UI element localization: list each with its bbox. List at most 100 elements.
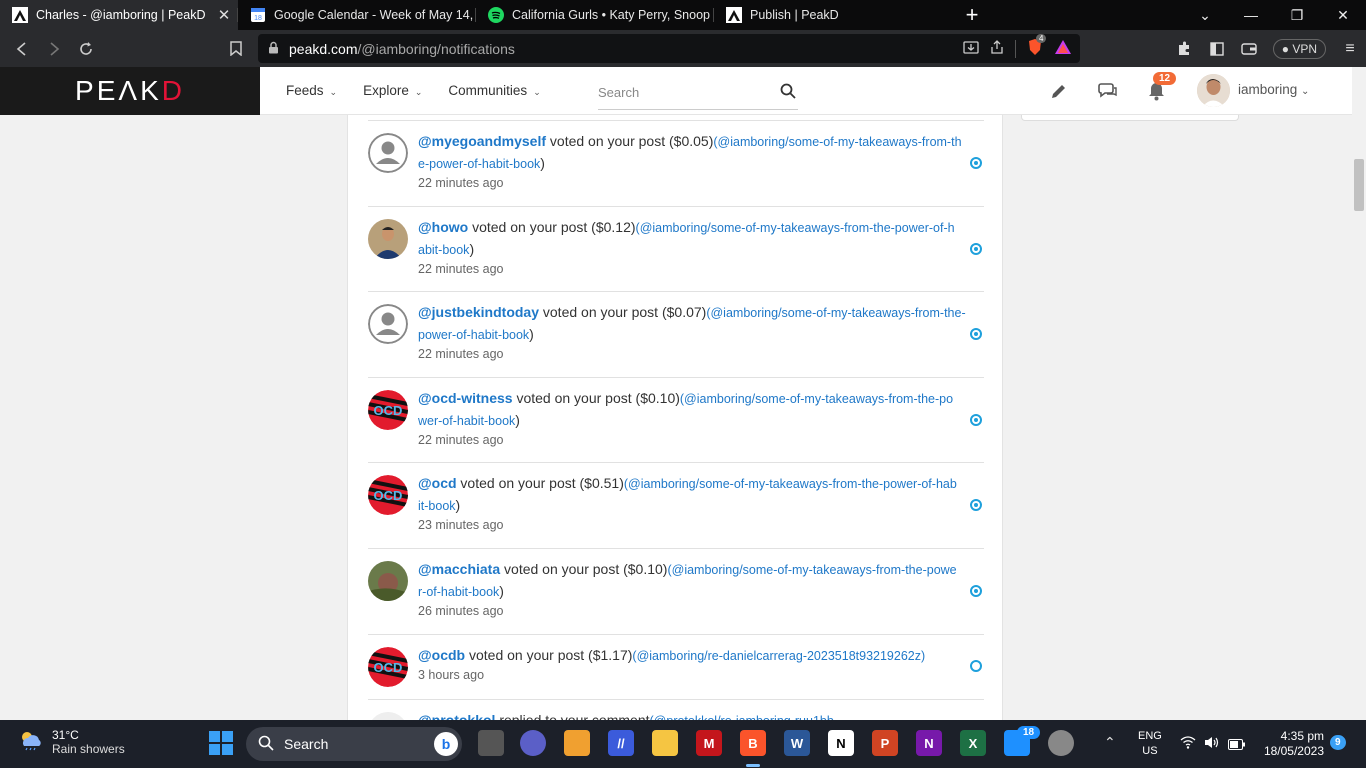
extensions-icon[interactable] (1169, 34, 1201, 64)
menu-communities[interactable]: Communities ⌄ (448, 83, 540, 98)
pencil-icon[interactable] (1050, 82, 1068, 105)
notification-post-link-cont[interactable]: power-of-habit-book (418, 328, 529, 342)
peakd-logo[interactable]: PEΛK D (0, 67, 260, 115)
bell-icon[interactable] (1148, 82, 1165, 106)
vpn-button[interactable]: ● VPN (1272, 38, 1326, 59)
forward-icon[interactable] (38, 34, 70, 64)
tray-overflow-icon[interactable]: ⌃ (1104, 734, 1116, 751)
user-avatar[interactable] (1197, 74, 1230, 107)
notification-user-link[interactable]: @justbekindtoday (418, 304, 539, 320)
notification-post-link[interactable]: (@iamboring/some-of-my-takeaways-from-th… (680, 392, 953, 406)
site-search-input[interactable]: Search (598, 78, 798, 110)
file-explorer-icon[interactable] (652, 730, 678, 756)
scrollbar-thumb[interactable] (1354, 159, 1364, 211)
windows-start-icon[interactable] (208, 730, 234, 756)
read-status-icon[interactable] (970, 660, 982, 672)
weather-widget[interactable]: 31°C Rain showers (18, 728, 125, 756)
new-tab-icon[interactable]: + (952, 0, 992, 30)
app-icon[interactable]: // (608, 730, 634, 756)
brave-rewards-icon[interactable] (1054, 39, 1072, 58)
share-icon[interactable] (989, 39, 1005, 58)
notification-post-link[interactable]: (@iamboring/re-danielcarrerag-2023518t93… (632, 649, 925, 663)
notification-post-link-cont[interactable]: r-of-habit-book (418, 585, 499, 599)
notification-post-link[interactable]: (@iamboring/some-of-my-takeaways-from-th… (624, 477, 957, 491)
volume-icon[interactable] (1204, 736, 1220, 754)
battery-icon[interactable] (1228, 737, 1245, 755)
notification-item[interactable]: OCD @ocd-witness voted on your post ($0.1… (368, 378, 984, 463)
minimize-icon[interactable]: — (1228, 0, 1274, 30)
bookmark-icon[interactable] (220, 34, 252, 64)
read-status-icon[interactable] (970, 157, 982, 169)
notification-post-link-cont[interactable]: it-book (418, 499, 456, 513)
notification-post-link[interactable]: (@iamboring/some-of-my-takeaways-from-th (713, 135, 961, 149)
notification-item[interactable]: OCD @ocdb voted on your post ($1.17)(@iam… (368, 635, 984, 700)
notification-avatar[interactable]: OCD (368, 647, 408, 687)
notification-avatar[interactable]: OCD (368, 475, 408, 515)
meet-icon[interactable] (520, 730, 546, 756)
notification-user-link[interactable]: @ocdb (418, 647, 465, 663)
close-tab-icon[interactable]: ✕ (210, 6, 238, 24)
brave-browser-icon[interactable]: B (740, 730, 766, 756)
notification-item[interactable]: @macchiata voted on your post ($0.10)(@i… (368, 549, 984, 635)
notification-user-link[interactable]: @ocd (418, 475, 457, 491)
store-icon[interactable] (564, 730, 590, 756)
notification-post-link-cont[interactable]: wer-of-habit-book (418, 414, 515, 428)
close-window-icon[interactable]: ✕ (1320, 0, 1366, 30)
tab-peakd-publish[interactable]: Publish | PeakD (714, 0, 952, 30)
tab-search-chevron-icon[interactable]: ⌄ (1182, 0, 1228, 30)
onenote-icon[interactable]: N (916, 730, 942, 756)
restore-icon[interactable]: ❐ (1274, 0, 1320, 30)
tab-spotify[interactable]: California Gurls • Katy Perry, Snoop Dog… (476, 0, 714, 30)
notification-item[interactable]: @justbekindtoday voted on your post ($0.… (368, 292, 984, 378)
system-clock[interactable]: 4:35 pm 18/05/2023 (1258, 729, 1324, 759)
notification-user-link[interactable]: @protokkol (418, 712, 495, 720)
bing-icon[interactable]: b (434, 732, 458, 756)
username-menu[interactable]: iamboring ⌄ (1238, 82, 1309, 97)
settings-gear-icon[interactable] (1048, 730, 1074, 756)
notification-avatar[interactable] (368, 304, 408, 344)
search-icon[interactable] (780, 83, 798, 101)
powerpoint-icon[interactable]: P (872, 730, 898, 756)
notification-post-link[interactable]: (@iamboring/some-of-my-takeaways-from-th… (667, 563, 956, 577)
notification-avatar[interactable] (368, 561, 408, 601)
notification-post-link[interactable]: (@iamboring/some-of-my-takeaways-from-th… (636, 221, 955, 235)
back-icon[interactable] (6, 34, 38, 64)
install-app-icon[interactable] (963, 39, 979, 58)
notification-item[interactable]: @howo voted on your post ($0.12)(@iambor… (368, 207, 984, 292)
menu-explore[interactable]: Explore ⌄ (363, 83, 422, 98)
notification-post-link[interactable]: (@iamboring/some-of-my-takeaways-from-th… (706, 306, 965, 320)
notification-user-link[interactable]: @macchiata (418, 561, 500, 577)
sidebar-icon[interactable] (1201, 34, 1233, 64)
notification-item[interactable]: OCD @ocd voted on your post ($0.51)(@iamb… (368, 463, 984, 549)
address-bar[interactable]: peakd.com/@iamboring/notifications 4 (258, 34, 1080, 63)
mcafee-icon[interactable]: M (696, 730, 722, 756)
notification-post-link-cont[interactable]: e-power-of-habit-book (418, 157, 540, 171)
language-indicator[interactable]: ENG US (1138, 729, 1162, 759)
word-icon[interactable]: W (784, 730, 810, 756)
tab-peakd-profile[interactable]: Charles - @iamboring | PeakD ✕ (0, 0, 238, 30)
menu-icon[interactable]: ≡ (1334, 34, 1366, 64)
read-status-icon[interactable] (970, 414, 982, 426)
read-status-icon[interactable] (970, 243, 982, 255)
read-status-icon[interactable] (970, 585, 982, 597)
notion-icon[interactable]: N (828, 730, 854, 756)
notification-user-link[interactable]: @myegoandmyself (418, 133, 546, 149)
task-view-icon[interactable] (478, 730, 504, 756)
notification-item[interactable]: @myegoandmyself voted on your post ($0.0… (368, 121, 984, 207)
notification-avatar[interactable] (368, 219, 408, 259)
wallet-icon[interactable] (1233, 34, 1265, 64)
notification-avatar[interactable] (368, 712, 408, 720)
notification-item[interactable]: @protokkol replied to your comment(@prot… (368, 700, 984, 720)
notification-post-link-cont[interactable]: abit-book (418, 243, 469, 257)
reload-icon[interactable] (70, 34, 102, 64)
wifi-icon[interactable] (1180, 736, 1196, 754)
page-scrollbar[interactable] (1352, 67, 1366, 720)
notification-user-link[interactable]: @ocd-witness (418, 390, 513, 406)
notification-user-link[interactable]: @howo (418, 219, 468, 235)
menu-feeds[interactable]: Feeds ⌄ (286, 83, 337, 98)
read-status-icon[interactable] (970, 499, 982, 511)
tab-google-calendar[interactable]: 18 Google Calendar - Week of May 14, 202… (238, 0, 476, 30)
excel-icon[interactable]: X (960, 730, 986, 756)
notification-avatar[interactable]: OCD (368, 390, 408, 430)
taskbar-search[interactable]: Search b (246, 727, 462, 761)
